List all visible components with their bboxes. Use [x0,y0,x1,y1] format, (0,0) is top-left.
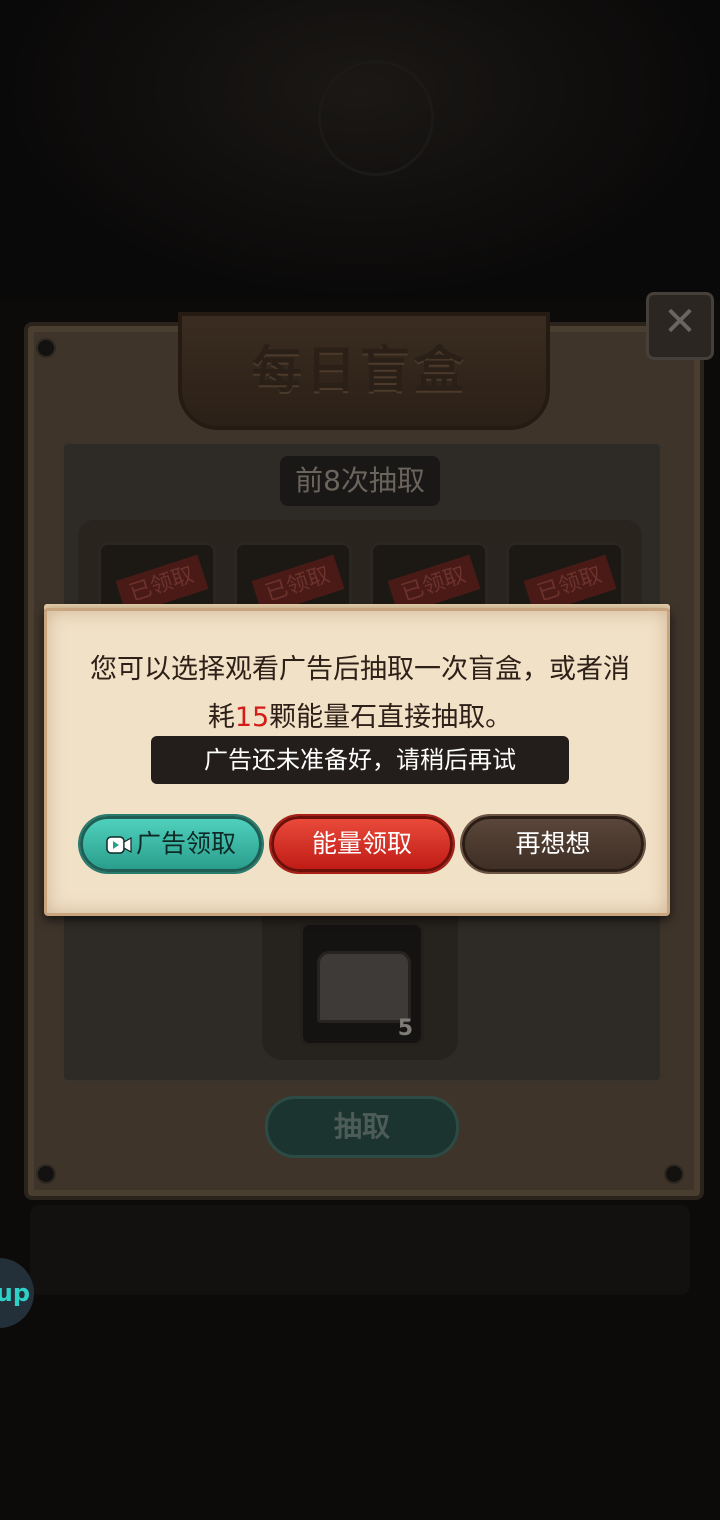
toast-message: 广告还未准备好，请稍后再试 [151,736,569,784]
panel-title: 每日盲盒 [252,341,468,399]
ad-claim-label: 广告领取 [135,829,236,858]
close-icon: ✕ [663,299,697,345]
draw-count-label: 前8次抽取 [280,456,440,506]
dialog-message: 您可以选择观看广告后抽取一次盲盒，或者消耗15颗能量石直接抽取。 [90,646,630,742]
ad-claim-button[interactable]: 广告领取 [80,816,262,872]
chest-slot[interactable]: 5 [300,922,424,1046]
chest-count: 5 [397,1016,413,1041]
rivet-icon [36,338,56,358]
draw-button[interactable]: 抽取 [265,1096,459,1158]
rivet-icon [36,1164,56,1184]
message-part: 颗能量石直接抽取。 [269,702,513,733]
video-icon [106,835,132,855]
side-badge[interactable]: up [0,1258,34,1328]
energy-claim-button[interactable]: 能量领取 [271,816,453,872]
chest-icon [317,951,411,1023]
energy-amount: 15 [234,702,270,733]
close-button[interactable]: ✕ [646,292,714,360]
think-again-button[interactable]: 再想想 [462,816,644,872]
rivet-icon [664,1164,684,1184]
background-ring [318,60,434,176]
lower-band [30,1205,690,1295]
